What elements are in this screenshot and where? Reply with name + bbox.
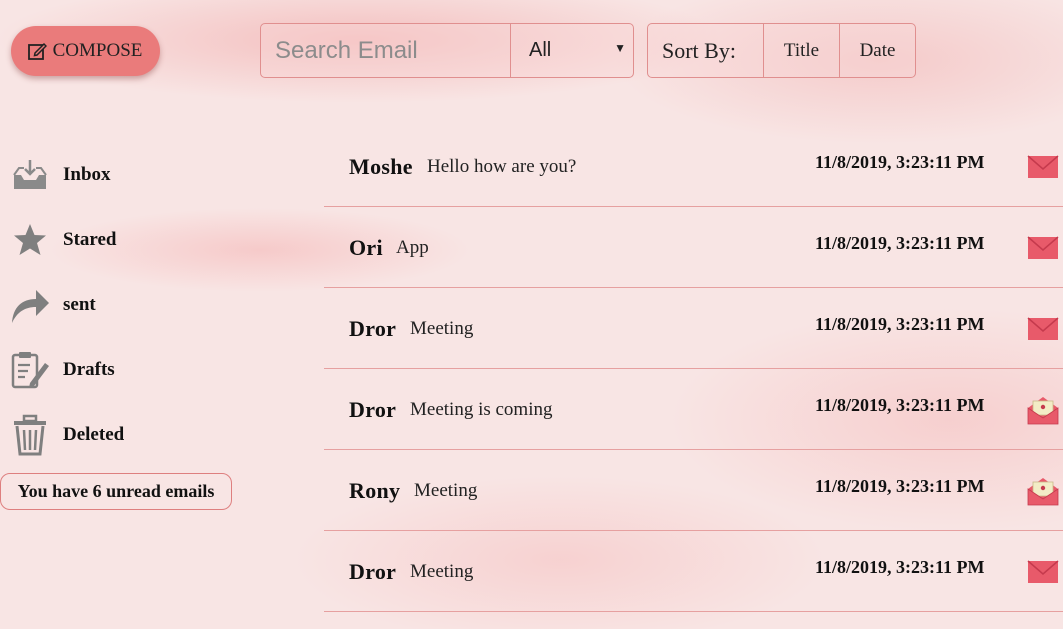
email-subject: App: [396, 237, 429, 258]
dropdown-caret-icon: ▼: [614, 41, 626, 55]
closed-envelope-icon[interactable]: [1027, 232, 1059, 264]
email-sender: Ori: [349, 235, 383, 260]
email-row[interactable]: Moshe Hello how are you? 11/8/2019, 3:23…: [324, 126, 1063, 207]
email-subject: Meeting: [410, 561, 474, 582]
share-arrow-icon: [10, 283, 50, 327]
email-row[interactable]: Rony Meeting 11/8/2019, 3:23:11 PM: [324, 450, 1063, 531]
trash-icon: [10, 413, 50, 457]
email-date: 11/8/2019, 3:23:11 PM: [815, 557, 985, 577]
sidebar-item-deleted[interactable]: Deleted: [0, 410, 240, 460]
inbox-icon: [10, 153, 50, 197]
sort-bar: Sort By: Title Date: [647, 23, 916, 78]
sidebar-item-sent[interactable]: sent: [0, 280, 240, 330]
email-sender: Dror: [349, 316, 397, 341]
email-sender: Dror: [349, 559, 397, 584]
email-row[interactable]: Dror Meeting is coming 11/8/2019, 3:23:1…: [324, 369, 1063, 450]
open-envelope-icon[interactable]: [1027, 394, 1059, 426]
email-subject: Meeting is coming: [410, 399, 553, 420]
email-sender: Moshe: [349, 154, 413, 179]
sort-date-button[interactable]: Date: [840, 24, 915, 77]
sidebar-item-label: Inbox: [63, 164, 111, 185]
email-date: 11/8/2019, 3:23:11 PM: [815, 395, 985, 415]
closed-envelope-icon[interactable]: [1027, 313, 1059, 345]
clipboard-pencil-icon: [10, 348, 50, 392]
search-input[interactable]: [261, 24, 511, 77]
compose-icon: [27, 42, 47, 60]
sidebar-item-label: Drafts: [63, 359, 115, 380]
closed-envelope-icon[interactable]: [1027, 556, 1059, 588]
sort-label: Sort By:: [648, 24, 764, 77]
unread-count-badge: You have 6 unread emails: [0, 473, 232, 510]
sort-title-button[interactable]: Title: [764, 24, 840, 77]
email-list: Moshe Hello how are you? 11/8/2019, 3:23…: [324, 126, 1063, 612]
email-sender: Rony: [349, 478, 401, 503]
email-date: 11/8/2019, 3:23:11 PM: [815, 233, 985, 253]
email-sender: Dror: [349, 397, 397, 422]
email-date: 11/8/2019, 3:23:11 PM: [815, 152, 985, 172]
sidebar-item-stared[interactable]: Stared: [0, 215, 240, 265]
email-row[interactable]: Dror Meeting 11/8/2019, 3:23:11 PM: [324, 531, 1063, 612]
email-date: 11/8/2019, 3:23:11 PM: [815, 314, 985, 334]
email-subject: Hello how are you?: [427, 156, 577, 177]
filter-value: All: [529, 39, 552, 61]
email-subject: Meeting: [410, 318, 474, 339]
email-date: 11/8/2019, 3:23:11 PM: [815, 476, 985, 496]
sidebar-item-label: Deleted: [63, 424, 125, 445]
sidebar-item-label: Stared: [63, 229, 117, 250]
email-subject: Meeting: [414, 480, 478, 501]
closed-envelope-icon[interactable]: [1027, 151, 1059, 183]
sidebar-item-inbox[interactable]: Inbox: [0, 150, 240, 200]
compose-button[interactable]: COMPOSE: [11, 26, 160, 76]
sidebar-item-drafts[interactable]: Drafts: [0, 345, 240, 395]
filter-select[interactable]: All ▼: [511, 24, 633, 77]
star-icon: [10, 218, 50, 262]
email-row[interactable]: Dror Meeting 11/8/2019, 3:23:11 PM: [324, 288, 1063, 369]
email-row[interactable]: Ori App 11/8/2019, 3:23:11 PM: [324, 207, 1063, 288]
search-bar: All ▼: [260, 23, 634, 78]
compose-label: COMPOSE: [52, 40, 143, 61]
open-envelope-icon[interactable]: [1027, 475, 1059, 507]
sidebar-item-label: sent: [63, 294, 96, 315]
